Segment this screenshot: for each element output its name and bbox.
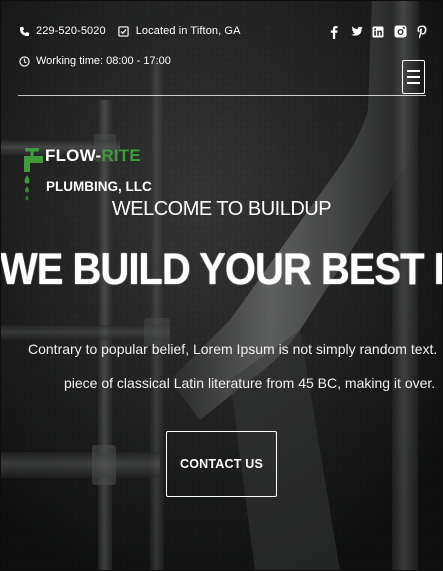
hero-description-line-1: Contrary to popular belief, Lorem Ipsum …: [28, 341, 443, 357]
logo-word-rite: RITE: [101, 146, 141, 165]
faucet-logo-icon: [24, 148, 43, 201]
location-item: Located in Tifton, GA: [118, 25, 241, 37]
hamburger-menu-icon-bar-middle: [407, 76, 420, 78]
clock-icon: [18, 55, 30, 67]
hero-description-line-2: piece of classical Latin literature from…: [64, 375, 436, 391]
phone-item[interactable]: 229-520-5020: [18, 25, 106, 37]
top-info-bar: 229-520-5020 Located in Tifton, GA Worki…: [0, 0, 443, 96]
working-hours-row: Working time: 08:00 - 17:00: [18, 55, 171, 67]
location-text: Located in Tifton, GA: [135, 25, 241, 37]
pinterest-icon[interactable]: [415, 24, 429, 39]
checkbox-location-icon: [118, 25, 130, 37]
hero-description: Contrary to popular belief, Lorem Ipsum …: [28, 332, 443, 400]
instagram-icon[interactable]: [393, 24, 407, 39]
social-links: [319, 24, 429, 39]
logo-wordmark-bottom: PLUMBING, LLC: [46, 179, 152, 194]
contact-info-row: 229-520-5020 Located in Tifton, GA: [18, 25, 253, 37]
hero-eyebrow: WELCOME TO BUILDUP: [111, 198, 332, 220]
hamburger-menu-icon-bar-top: [407, 70, 420, 72]
flow-rite-plumbing-logo[interactable]: FLOW-RITE PLUMBING, LLC: [22, 144, 152, 206]
twitter-icon[interactable]: [349, 24, 363, 39]
logo-wordmark-top: FLOW-RITE: [45, 146, 141, 166]
contact-us-button[interactable]: CONTACT US: [166, 431, 277, 497]
hamburger-menu-button[interactable]: [402, 60, 425, 94]
phone-icon: [18, 25, 30, 37]
working-hours-text: Working time: 08:00 - 17:00: [36, 55, 171, 67]
linkedin-icon[interactable]: [371, 24, 385, 39]
facebook-icon[interactable]: [327, 24, 341, 39]
phone-number: 229-520-5020: [36, 25, 106, 37]
header-divider: [18, 95, 426, 96]
hamburger-menu-icon-bar-bottom: [407, 82, 420, 84]
hero-title: WE BUILD YOUR BEST LIFE: [0, 245, 443, 295]
logo-word-flow: FLOW-: [45, 146, 102, 165]
hero-page: 229-520-5020 Located in Tifton, GA Worki…: [0, 0, 443, 571]
